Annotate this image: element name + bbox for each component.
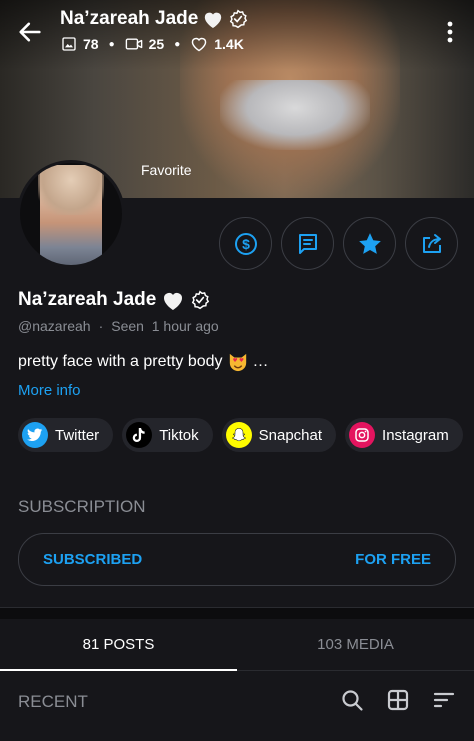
subscription-price: FOR FREE: [355, 551, 431, 568]
username: @nazareah: [18, 318, 91, 334]
search-icon[interactable]: [340, 688, 364, 712]
profile-subline: @nazareah · Seen 1 hour ago: [18, 318, 219, 334]
subscription-heading: SUBSCRIPTION: [18, 497, 146, 516]
likes-count: 1.4K: [190, 36, 244, 52]
social-label: Twitter: [55, 426, 100, 444]
tiktok-icon: [126, 422, 153, 448]
videos-count-text: 25: [148, 36, 165, 52]
tab-media[interactable]: 103 MEDIA: [237, 619, 474, 671]
share-icon: [422, 233, 441, 253]
feed-tools: [340, 688, 456, 712]
photos-count-text: 78: [83, 36, 99, 52]
social-label: Instagram: [382, 426, 449, 444]
bio-ellipsis: …: [252, 353, 269, 370]
header-stats: 78 ● 25 ● 1.4K: [61, 36, 244, 52]
profile-name-text: Na’zareah Jade: [18, 289, 157, 310]
snapchat-icon: [225, 422, 252, 448]
heart-eyes-cat-emoji-icon: [229, 353, 246, 372]
recent-label: RECENT: [18, 692, 88, 711]
likes-count-text: 1.4K: [214, 36, 244, 52]
white-heart-icon: [205, 12, 222, 29]
social-label: Snapchat: [258, 426, 323, 444]
more-options-icon[interactable]: [440, 18, 460, 46]
favorite-star-button[interactable]: [343, 217, 396, 270]
stat-dot: ●: [108, 38, 115, 50]
social-twitter[interactable]: Twitter: [18, 418, 114, 452]
heart-outline-icon: [191, 37, 207, 52]
image-icon: [62, 37, 76, 51]
profile-name: Na’zareah Jade: [18, 289, 210, 311]
subscription-status: SUBSCRIBED: [43, 551, 143, 568]
stat-dot: ●: [174, 38, 181, 50]
message-button[interactable]: [281, 217, 334, 270]
share-button[interactable]: [405, 217, 458, 270]
dollar-tip-icon: $: [234, 232, 257, 255]
content-tabs: 81 POSTS 103 MEDIA: [0, 619, 474, 671]
profile-bio: pretty face with a pretty body …: [18, 352, 269, 372]
header-title: Na’zareah Jade: [60, 8, 248, 30]
social-instagram[interactable]: Instagram: [345, 418, 463, 452]
verified-badge-icon: [230, 9, 248, 29]
photos-count: 78: [61, 36, 99, 52]
avatar[interactable]: [17, 160, 125, 268]
header-name-text: Na’zareah Jade: [60, 8, 199, 29]
social-tiktok[interactable]: Tiktok: [122, 418, 213, 452]
star-icon: [358, 232, 381, 254]
twitter-icon: [22, 422, 48, 448]
section-divider: [0, 607, 474, 619]
social-links: Twitter Tiktok Snapchat Instagram: [18, 418, 463, 452]
tip-button[interactable]: $: [219, 217, 272, 270]
svg-text:$: $: [242, 236, 250, 252]
subline-dot: ·: [98, 318, 104, 334]
social-label: Tiktok: [159, 426, 199, 444]
social-snapchat[interactable]: Snapchat: [221, 418, 337, 452]
avatar-photo-highlight: [38, 165, 104, 215]
verified-badge-icon: [192, 290, 210, 310]
grid-view-icon[interactable]: [386, 688, 410, 712]
profile-actions: $: [219, 217, 458, 270]
sort-icon[interactable]: [432, 688, 456, 712]
videos-count: 25: [125, 36, 165, 52]
back-arrow-icon[interactable]: [16, 18, 44, 46]
white-heart-icon: [164, 293, 183, 310]
last-seen: Seen 1 hour ago: [111, 318, 219, 334]
bio-text: pretty face with a pretty body: [18, 353, 223, 370]
instagram-icon: [349, 422, 376, 448]
video-icon: [125, 38, 142, 50]
favorite-label: Favorite: [141, 162, 192, 178]
more-info-link[interactable]: More info: [18, 382, 81, 399]
subscribed-button[interactable]: SUBSCRIBED FOR FREE: [18, 533, 456, 586]
tab-posts[interactable]: 81 POSTS: [0, 619, 237, 671]
message-icon: [298, 233, 317, 254]
